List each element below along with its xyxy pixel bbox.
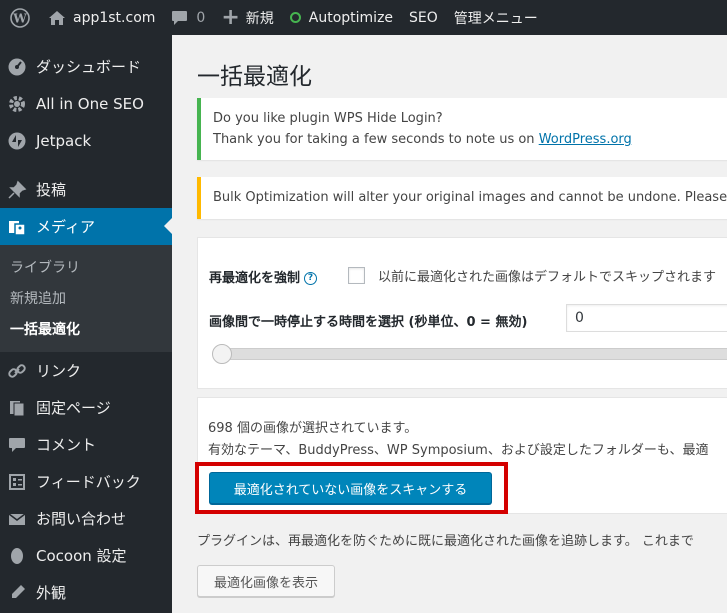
- sidebar-item-label: リンク: [36, 362, 82, 380]
- jetpack-icon: [6, 130, 28, 152]
- delay-input[interactable]: [566, 304, 727, 332]
- site-name-link[interactable]: app1st.com: [40, 0, 163, 35]
- sidebar-item-appearance[interactable]: 外観: [0, 574, 172, 611]
- notice-line-2: Thank you for taking a few seconds to no…: [213, 129, 727, 150]
- force-reoptimize-checkbox[interactable]: [348, 267, 365, 284]
- sidebar-subitem-bulk-optimize[interactable]: 一括最適化: [0, 313, 172, 344]
- notice-line-1: Do you like plugin WPS Hide Login?: [213, 111, 443, 126]
- appearance-icon: [6, 582, 28, 604]
- seo-label: SEO: [409, 9, 438, 26]
- media-submenu: ライブラリ 新規追加 一括最適化: [0, 245, 172, 352]
- sidebar-item-feedback[interactable]: フィードバック: [0, 463, 172, 500]
- seo-menu[interactable]: SEO: [401, 0, 446, 35]
- mail-icon: [6, 508, 28, 530]
- comment-icon: [6, 434, 28, 456]
- help-icon[interactable]: ?: [304, 271, 318, 285]
- autoptimize-menu[interactable]: Autoptimize: [282, 0, 401, 35]
- autoptimize-label: Autoptimize: [308, 9, 394, 26]
- media-icon: [6, 216, 28, 238]
- comments-count: 0: [196, 9, 206, 26]
- plus-icon: +: [221, 4, 240, 30]
- wordpress-logo-icon[interactable]: W: [0, 0, 40, 35]
- sidebar-item-label: コメント: [36, 436, 97, 454]
- sidebar-item-label: 投稿: [36, 181, 67, 199]
- sidebar-item-label: Jetpack: [36, 131, 92, 150]
- force-reoptimize-label: 再最適化を強制?: [209, 267, 318, 286]
- admin-menu-label: 管理メニュー: [453, 10, 538, 27]
- force-reoptimize-text: 再最適化を強制: [209, 271, 301, 286]
- site-name: app1st.com: [73, 9, 156, 26]
- scan-description: 有効なテーマ、BuddyPress、WP Symposium、および設定したフォ…: [208, 443, 709, 458]
- bulk-optimization-warning: Bulk Optimization will alter your origin…: [197, 177, 727, 219]
- sidebar-subitem-add-new[interactable]: 新規追加: [0, 282, 172, 313]
- sidebar-item-comments[interactable]: コメント: [0, 426, 172, 463]
- sidebar-item-label: フィードバック: [36, 473, 141, 491]
- feedback-icon: [6, 471, 28, 493]
- admin-bar: W app1st.com 0 + 新規 Autoptimize SEO 管理メニ…: [0, 0, 727, 35]
- wps-hide-login-notice: Do you like plugin WPS Hide Login? Thank…: [197, 98, 727, 160]
- sidebar-item-posts[interactable]: 投稿: [0, 171, 172, 208]
- sidebar-item-label: 外観: [36, 584, 67, 602]
- scan-unoptimized-images-button[interactable]: 最適化されていない画像をスキャンする: [209, 472, 492, 504]
- sidebar-item-label: 固定ページ: [36, 399, 111, 417]
- pin-icon: [6, 179, 28, 201]
- gear-icon: [6, 93, 28, 115]
- status-circle-icon: [289, 12, 301, 23]
- page-title: 一括最適化: [197, 64, 312, 90]
- link-icon: [6, 360, 28, 382]
- page-icon: [6, 397, 28, 419]
- sidebar-item-dashboard[interactable]: ダッシュボード: [0, 48, 172, 85]
- selected-images-count: 698 個の画像が選択されています。: [208, 421, 418, 436]
- home-icon: [48, 10, 66, 26]
- sidebar-item-contact[interactable]: お問い合わせ: [0, 500, 172, 537]
- dashboard-icon: [6, 56, 28, 78]
- new-label: 新規: [245, 10, 274, 27]
- svg-text:W: W: [12, 11, 27, 25]
- tracking-description: プラグインは、再最適化を防ぐために既に最適化された画像を追跡します。 これまで: [197, 534, 694, 549]
- comment-bubble-icon: [171, 10, 188, 26]
- sidebar-item-label: Cocoon 設定: [36, 547, 127, 565]
- sidebar-item-cocoon-settings[interactable]: Cocoon 設定: [0, 537, 172, 574]
- sidebar-subitem-library[interactable]: ライブラリ: [0, 251, 172, 282]
- sidebar-item-label: お問い合わせ: [36, 510, 127, 528]
- delay-label: 画像間で一時停止する時間を選択 (秒単位、0 = 無効): [209, 315, 528, 330]
- comments-link[interactable]: 0: [163, 0, 213, 35]
- sidebar-item-label: ダッシュボード: [36, 58, 142, 76]
- sidebar-item-links[interactable]: リンク: [0, 352, 172, 389]
- delay-slider-track[interactable]: [214, 348, 727, 360]
- new-content-menu[interactable]: + 新規: [213, 0, 281, 35]
- sidebar-item-all-in-one-seo[interactable]: All in One SEO: [0, 85, 172, 122]
- delay-slider-handle[interactable]: [212, 344, 232, 364]
- sidebar-item-label: All in One SEO: [36, 94, 144, 113]
- optimization-settings-panel: 再最適化を強制? 以前に最適化された画像はデフォルトでスキップされます 画像間で…: [197, 237, 727, 389]
- show-optimized-images-button[interactable]: 最適化画像を表示: [197, 565, 335, 597]
- scan-panel: 698 個の画像が選択されています。 有効なテーマ、BuddyPress、WP …: [195, 397, 727, 514]
- admin-menu-link[interactable]: 管理メニュー: [446, 0, 546, 35]
- sidebar-item-media[interactable]: メディア: [0, 208, 172, 245]
- cocoon-icon: [6, 545, 28, 567]
- main-content: 一括最適化 Do you like plugin WPS Hide Login?…: [172, 35, 727, 613]
- sidebar-item-jetpack[interactable]: Jetpack: [0, 122, 172, 159]
- sidebar-item-pages[interactable]: 固定ページ: [0, 389, 172, 426]
- force-reoptimize-description: 以前に最適化された画像はデフォルトでスキップされます: [378, 270, 717, 285]
- warning-text: Bulk Optimization will alter your origin…: [213, 190, 727, 205]
- admin-sidebar: ダッシュボード All in One SEO Jetpack 投稿 メディア ラ…: [0, 35, 172, 613]
- notice-line-2-text: Thank you for taking a few seconds to no…: [213, 132, 539, 147]
- sidebar-item-label: メディア: [36, 218, 95, 236]
- wordpress-org-link[interactable]: WordPress.org: [539, 132, 632, 147]
